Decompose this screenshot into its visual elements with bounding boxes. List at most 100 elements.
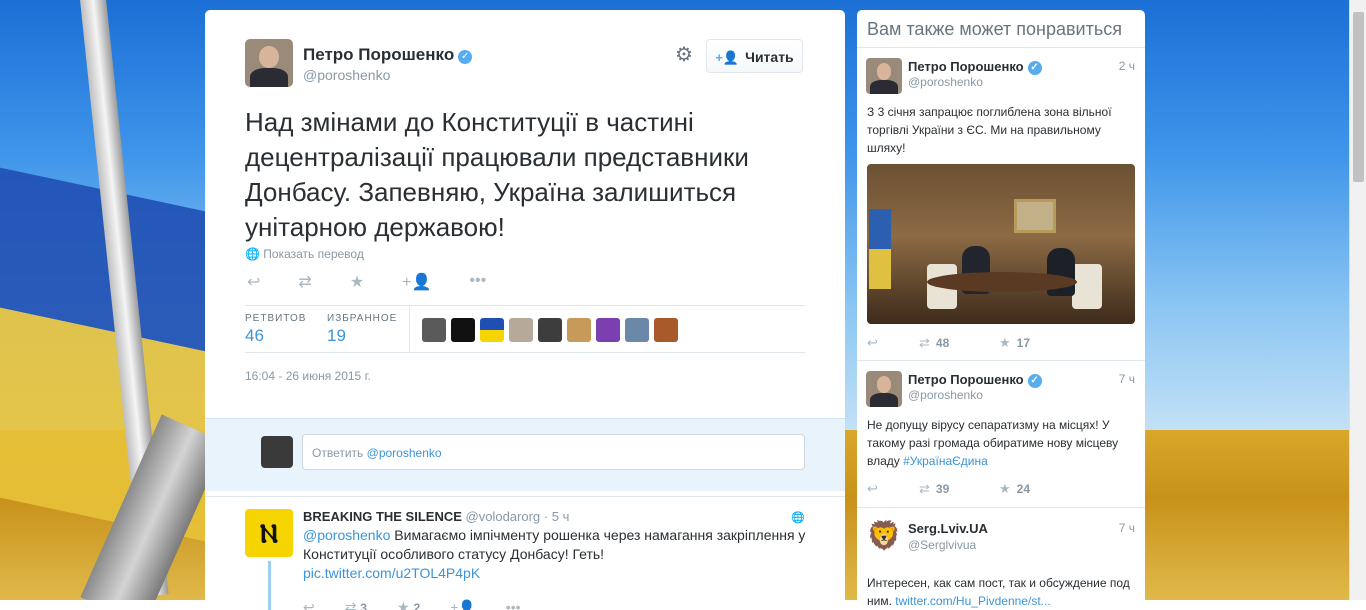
thread-line: [268, 561, 271, 610]
tweet-timestamp[interactable]: 16:04 - 26 июня 2015 г.: [245, 369, 371, 383]
reply-mention: @poroshenko: [366, 446, 442, 460]
tweet-detail-card: Петро Порошенко ✓ @poroshenko ⚙ +👤 Читать …: [205, 10, 845, 610]
retweets-count[interactable]: 46: [245, 326, 264, 346]
suggestion-author-name[interactable]: Петро Порошенко ✓: [908, 372, 1042, 388]
favorite-icon[interactable]: ★ 17: [999, 335, 1030, 351]
suggestion-text: З 3 січня запрацює поглиблена зона вільн…: [867, 105, 1112, 155]
globe-icon: 🌐: [245, 247, 260, 261]
tweet-link[interactable]: twitter.com/Hu_Pivdenne/st...: [895, 594, 1050, 608]
verified-icon: ✓: [458, 50, 473, 64]
retweet-count: 48: [935, 336, 950, 350]
suggestion-author-handle[interactable]: @poroshenko: [908, 388, 983, 402]
suggestion-text: Не допущу вірусу сепаратизму на місцях! …: [867, 418, 1119, 468]
avatar[interactable]: [596, 318, 620, 342]
translate-label: Показать перевод: [263, 247, 364, 261]
avatar[interactable]: [654, 318, 678, 342]
suggestion-actions: ↩ ⇄ 48 ★ 17: [867, 335, 1030, 351]
reply-icon[interactable]: ↩: [247, 272, 260, 292]
favorite-icon[interactable]: ★ 2: [397, 599, 420, 610]
suggestions-sidebar: Вам также может понравиться Петро Пороше…: [857, 10, 1145, 610]
suggestion-author-handle[interactable]: @Serglvivua: [908, 538, 976, 552]
tweet-actions: ↩ ⇄ ★ +👤 •••: [247, 272, 486, 292]
avatar[interactable]: [422, 318, 446, 342]
reply-header: BREAKING THE SILENCE @volodarorg · 5 ч: [303, 509, 569, 524]
retweet-icon[interactable]: ⇄ 3: [345, 599, 367, 610]
reply-retweet-count: 3: [360, 601, 368, 610]
favorite-icon[interactable]: ★: [350, 272, 364, 292]
follow-icon[interactable]: +👤: [402, 272, 431, 292]
reply-pic-link[interactable]: pic.twitter.com/u2TOL4P4pK: [303, 565, 480, 581]
avatar[interactable]: [480, 318, 504, 342]
follow-label: Читать: [745, 49, 794, 65]
suggestion-author-name[interactable]: Serg.Lviv.UA: [908, 521, 988, 536]
suggestion-author-handle[interactable]: @poroshenko: [908, 75, 983, 89]
verified-icon: ✓: [1027, 374, 1042, 388]
suggestion-author-name[interactable]: Петро Порошенко ✓: [908, 59, 1042, 75]
follow-icon[interactable]: +👤: [450, 599, 476, 610]
suggestion-time[interactable]: 2 ч: [1119, 59, 1135, 73]
reply-tweet[interactable]: Ⲛ BREAKING THE SILENCE @volodarorg · 5 ч…: [205, 496, 845, 610]
suggestion-actions: ↩ ⇄ 39 ★ 24: [867, 481, 1030, 497]
suggestion-item[interactable]: Петро Порошенко ✓ @poroshenko 2 ч З 3 січ…: [857, 47, 1145, 360]
more-icon[interactable]: •••: [469, 272, 486, 292]
reply-prefix: Ответить: [312, 446, 364, 460]
author-handle[interactable]: @poroshenko: [303, 67, 390, 83]
author-name-row[interactable]: Петро Порошенко ✓: [303, 45, 473, 65]
retweet-count: 39: [935, 482, 950, 496]
follow-icon: +👤: [715, 50, 740, 65]
reply-icon[interactable]: ↩: [867, 335, 919, 351]
divider: [245, 305, 805, 306]
reply-time[interactable]: · 5 ч: [544, 509, 570, 524]
author-name[interactable]: Петро Порошенко: [303, 45, 454, 64]
avatar[interactable]: 🦁: [866, 518, 902, 554]
reply-actions: ↩ ⇄ 3 ★ 2 +👤 •••: [303, 599, 521, 610]
favorite-icon[interactable]: ★ 24: [999, 481, 1030, 497]
avatar[interactable]: [451, 318, 475, 342]
interview-photo[interactable]: [867, 164, 1135, 324]
reply-input[interactable]: Ответить @poroshenko: [302, 434, 805, 470]
avatar[interactable]: [538, 318, 562, 342]
reply-author-handle[interactable]: @volodarorg: [466, 509, 541, 524]
follow-button[interactable]: +👤 Читать: [706, 39, 803, 73]
suggestion-time[interactable]: 7 ч: [1119, 372, 1135, 386]
avatar[interactable]: [866, 371, 902, 407]
reply-text: @poroshenko Вимагаємо імпічменту рошенка…: [303, 526, 813, 583]
retweet-icon[interactable]: ⇄ 48: [919, 335, 999, 351]
favorites-count[interactable]: 19: [327, 326, 346, 346]
reply-icon[interactable]: ↩: [867, 481, 919, 497]
favoriters-avatars: [422, 318, 678, 342]
retweet-icon[interactable]: ⇄ 39: [919, 481, 999, 497]
reply-author-name[interactable]: BREAKING THE SILENCE: [303, 509, 462, 524]
reply-icon[interactable]: ↩: [303, 599, 315, 610]
avatar[interactable]: [625, 318, 649, 342]
scrollbar-thumb[interactable]: [1353, 12, 1364, 182]
author-avatar[interactable]: [245, 39, 293, 87]
favorite-count: 17: [1016, 336, 1031, 350]
suggestion-item[interactable]: Петро Порошенко ✓ @poroshenko 7 ч Не допу…: [857, 360, 1145, 509]
favorites-label: ИЗБРАННОЕ: [327, 313, 398, 324]
reply-author-avatar[interactable]: Ⲛ: [245, 509, 293, 557]
avatar[interactable]: [509, 318, 533, 342]
avatar[interactable]: [866, 58, 902, 94]
retweets-label: РЕТВИТОВ: [245, 313, 307, 324]
stats-separator: [409, 306, 410, 352]
reply-mention-link[interactable]: @poroshenko: [303, 527, 390, 543]
verified-icon: ✓: [1027, 61, 1042, 75]
globe-icon: 🌐: [791, 512, 805, 524]
avatar: [261, 436, 293, 468]
retweet-icon[interactable]: ⇄: [298, 272, 311, 292]
page-scrollbar[interactable]: [1349, 0, 1366, 600]
suggestion-item[interactable]: 🦁 Serg.Lviv.UA @Serglvivua 7 ч Интересен…: [857, 507, 1145, 610]
gear-icon[interactable]: ⚙: [675, 45, 695, 65]
divider: [245, 352, 805, 353]
hashtag-link[interactable]: #УкраїнаЄдина: [903, 454, 988, 468]
suggestion-text: Интересен, как сам пост, так и обсуждени…: [867, 576, 1130, 608]
more-icon[interactable]: •••: [506, 599, 521, 610]
avatar[interactable]: [567, 318, 591, 342]
sidebar-title: Вам также может понравиться: [867, 19, 1122, 39]
translate-link[interactable]: 🌐 Показать перевод: [245, 247, 364, 261]
suggestion-time[interactable]: 7 ч: [1119, 521, 1135, 535]
reply-area: Ответить @poroshenko: [205, 418, 845, 491]
favorite-count: 24: [1016, 482, 1031, 496]
reply-favorite-count: 2: [413, 601, 421, 610]
